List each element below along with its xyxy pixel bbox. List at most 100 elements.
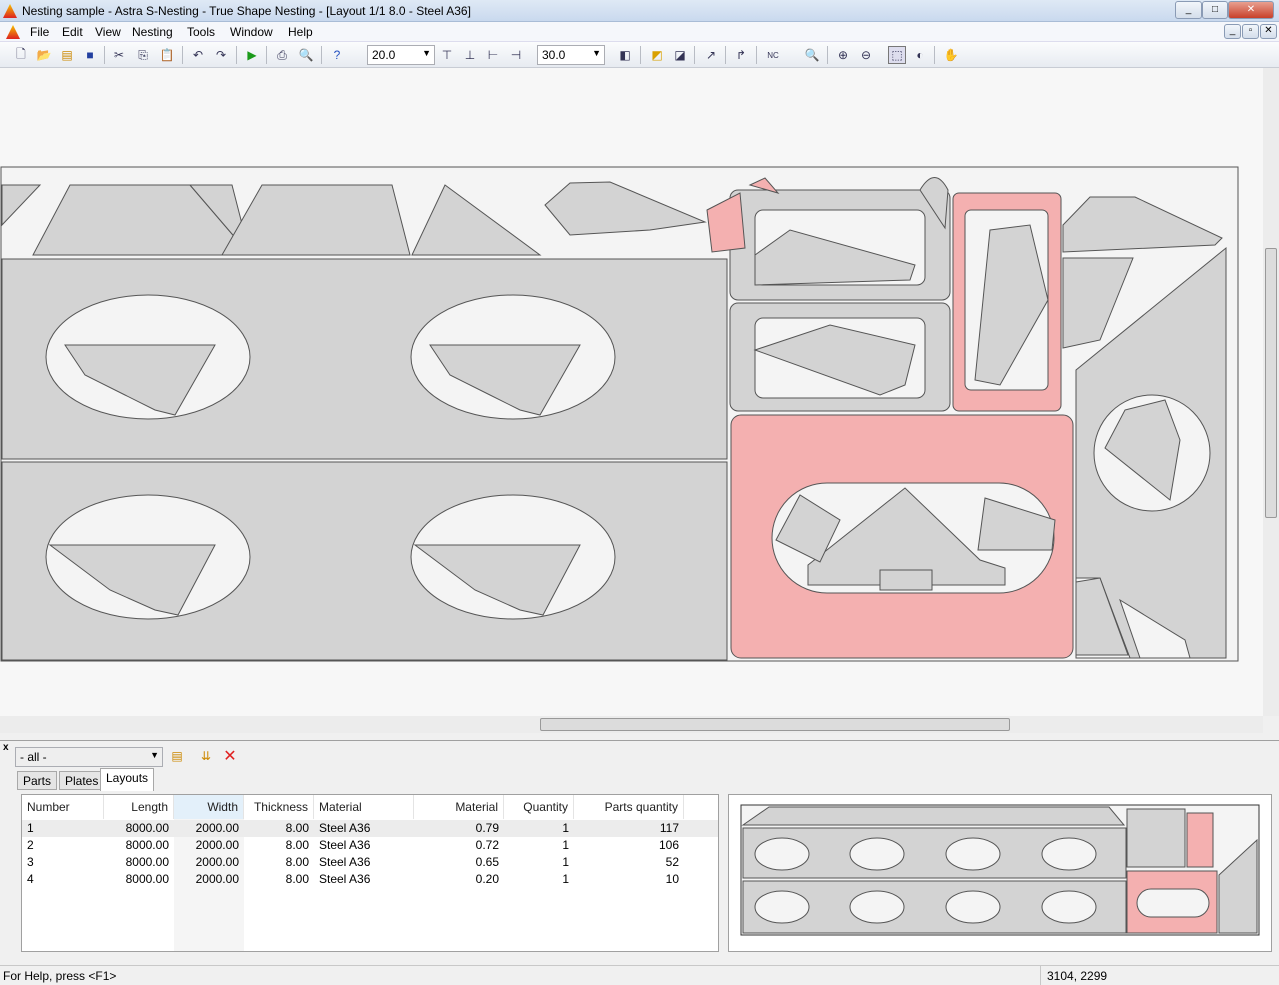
table-cell: 2000.00 <box>195 821 239 835</box>
zoom-all-icon[interactable]: ◐ <box>911 46 929 64</box>
copy-icon[interactable]: ⎘ <box>134 46 152 64</box>
mirror-icon[interactable]: ◧ <box>616 46 634 64</box>
layout-preview[interactable] <box>728 794 1272 952</box>
table-cell: 8.00 <box>285 838 309 852</box>
zoom-window-icon[interactable]: ⬚ <box>888 46 906 64</box>
redo-arrow-icon[interactable]: ↱ <box>732 46 750 64</box>
table-cell: 2 <box>27 838 34 852</box>
layout-drawing <box>0 166 1239 662</box>
table-row[interactable]: 4 8000.00 2000.00 8.00 Steel A36 0.20 1 10 <box>22 871 718 888</box>
mdi-minimize-button[interactable]: _ <box>1224 24 1241 39</box>
cursor-coordinates: 3104, 2299 <box>1040 966 1279 985</box>
menu-help[interactable]: Help <box>288 25 313 39</box>
spacing-combo[interactable]: 20.0 ▼ <box>367 45 435 65</box>
save-icon[interactable]: ■ <box>81 46 99 64</box>
table-cell: 2000.00 <box>195 872 239 886</box>
vertical-scrollbar[interactable] <box>1263 68 1279 716</box>
import-layout-icon[interactable]: ⇊ <box>197 747 215 765</box>
table-cell: 8000.00 <box>125 855 169 869</box>
print-preview-icon[interactable]: 🔍 <box>297 46 315 64</box>
delete-icon[interactable]: ✕ <box>221 747 239 765</box>
menu-nesting[interactable]: Nesting <box>132 25 173 39</box>
menu-window[interactable]: Window <box>230 25 273 39</box>
align-right-icon[interactable]: ⊣ <box>507 46 525 64</box>
chevron-down-icon: ▼ <box>592 48 601 58</box>
add-part-icon[interactable]: ◩ <box>648 46 666 64</box>
column-header-sorted[interactable]: Width <box>174 795 244 819</box>
column-header[interactable]: Quantity <box>504 795 574 819</box>
table-cell: 106 <box>658 838 679 852</box>
column-header[interactable]: Number <box>22 795 104 819</box>
title-bar: Nesting sample - Astra S-Nesting - True … <box>0 0 1279 22</box>
table-cell: 8000.00 <box>125 872 169 886</box>
print-icon[interactable]: ⎙ <box>273 46 291 64</box>
status-help-text: For Help, press <F1> <box>3 969 117 983</box>
help-icon[interactable]: ? <box>328 46 346 64</box>
column-header[interactable]: Material Utiliza... <box>414 795 504 838</box>
layouts-table: Number Length Width Thickness Material M… <box>21 794 719 952</box>
paste-icon[interactable]: 📋 <box>158 46 176 64</box>
column-header[interactable]: Parts quantity <box>574 795 684 819</box>
nc-icon[interactable]: NC <box>764 46 782 64</box>
column-header[interactable]: Length <box>104 795 174 819</box>
zoom-in-icon[interactable]: ⊕ <box>834 46 852 64</box>
zoom-out-icon[interactable]: ⊖ <box>857 46 875 64</box>
spacing-value: 20.0 <box>372 48 396 62</box>
table-cell: 2000.00 <box>195 838 239 852</box>
open-icon[interactable]: 📂 <box>35 46 53 64</box>
column-header[interactable]: Thickness <box>244 795 314 819</box>
table-cell: 1 <box>562 821 569 835</box>
cut-icon[interactable]: ✂ <box>110 46 128 64</box>
menu-tools[interactable]: Tools <box>187 25 215 39</box>
table-cell: 0.79 <box>475 821 499 835</box>
table-cell: 52 <box>665 855 679 869</box>
tab-layouts[interactable]: Layouts <box>100 768 155 791</box>
align-left-icon[interactable]: ⊢ <box>484 46 502 64</box>
filter-value: - all - <box>20 750 47 764</box>
table-cell: 1 <box>562 872 569 886</box>
close-panel-icon[interactable]: x <box>3 742 9 753</box>
redo-icon[interactable]: ↷ <box>212 46 230 64</box>
angle-value: 30.0 <box>542 48 566 62</box>
table-cell: 10 <box>665 872 679 886</box>
undo-icon[interactable]: ↶ <box>189 46 207 64</box>
remove-part-icon[interactable]: ◪ <box>671 46 689 64</box>
table-cell: 0.72 <box>475 838 499 852</box>
horizontal-scroll-thumb[interactable] <box>540 718 1010 731</box>
column-header[interactable]: Material <box>314 795 414 819</box>
properties-icon[interactable]: ▤ <box>58 46 76 64</box>
menu-file[interactable]: File <box>30 25 49 39</box>
angle-combo[interactable]: 30.0 ▼ <box>537 45 605 65</box>
pan-hand-icon[interactable]: ✋ <box>942 46 960 64</box>
table-row[interactable]: 1 8000.00 2000.00 8.00 Steel A36 0.79 1 117 <box>22 820 718 837</box>
tab-plates[interactable]: Plates <box>59 771 105 790</box>
table-row[interactable]: 3 8000.00 2000.00 8.00 Steel A36 0.65 1 52 <box>22 854 718 871</box>
part <box>879 569 933 591</box>
table-cell: 8000.00 <box>125 821 169 835</box>
menu-bar: File Edit View Nesting Tools Window Help… <box>0 22 1279 42</box>
filter-combo[interactable]: - all - ▼ <box>15 747 163 767</box>
close-button[interactable]: ✕ <box>1228 1 1274 19</box>
run-nesting-icon[interactable]: ▶ <box>243 46 261 64</box>
table-cell: Steel A36 <box>319 821 371 835</box>
path-icon[interactable]: ↗ <box>702 46 720 64</box>
edit-layout-icon[interactable]: ▤ <box>168 747 186 765</box>
align-top-icon[interactable]: ⊤ <box>438 46 456 64</box>
zoom-page-icon[interactable]: 🔍 <box>803 46 821 64</box>
horizontal-scrollbar[interactable] <box>0 716 1263 733</box>
align-bottom-icon[interactable]: ⊥ <box>461 46 479 64</box>
menu-view[interactable]: View <box>95 25 121 39</box>
table-row[interactable]: 2 8000.00 2000.00 8.00 Steel A36 0.72 1 106 <box>22 837 718 854</box>
vertical-scroll-thumb[interactable] <box>1265 248 1277 518</box>
new-icon[interactable]: 🗋 <box>12 46 30 64</box>
minimize-button[interactable]: _ <box>1175 1 1202 19</box>
menu-edit[interactable]: Edit <box>62 25 83 39</box>
document-icon[interactable] <box>6 25 20 39</box>
maximize-button[interactable]: □ <box>1202 1 1228 19</box>
mdi-close-button[interactable]: ✕ <box>1260 24 1277 39</box>
chevron-down-icon: ▼ <box>150 750 159 760</box>
nesting-canvas[interactable] <box>0 68 1263 716</box>
status-bar: For Help, press <F1> 3104, 2299 <box>0 965 1279 985</box>
tab-parts[interactable]: Parts <box>17 771 58 790</box>
mdi-restore-button[interactable]: ▫ <box>1242 24 1259 39</box>
